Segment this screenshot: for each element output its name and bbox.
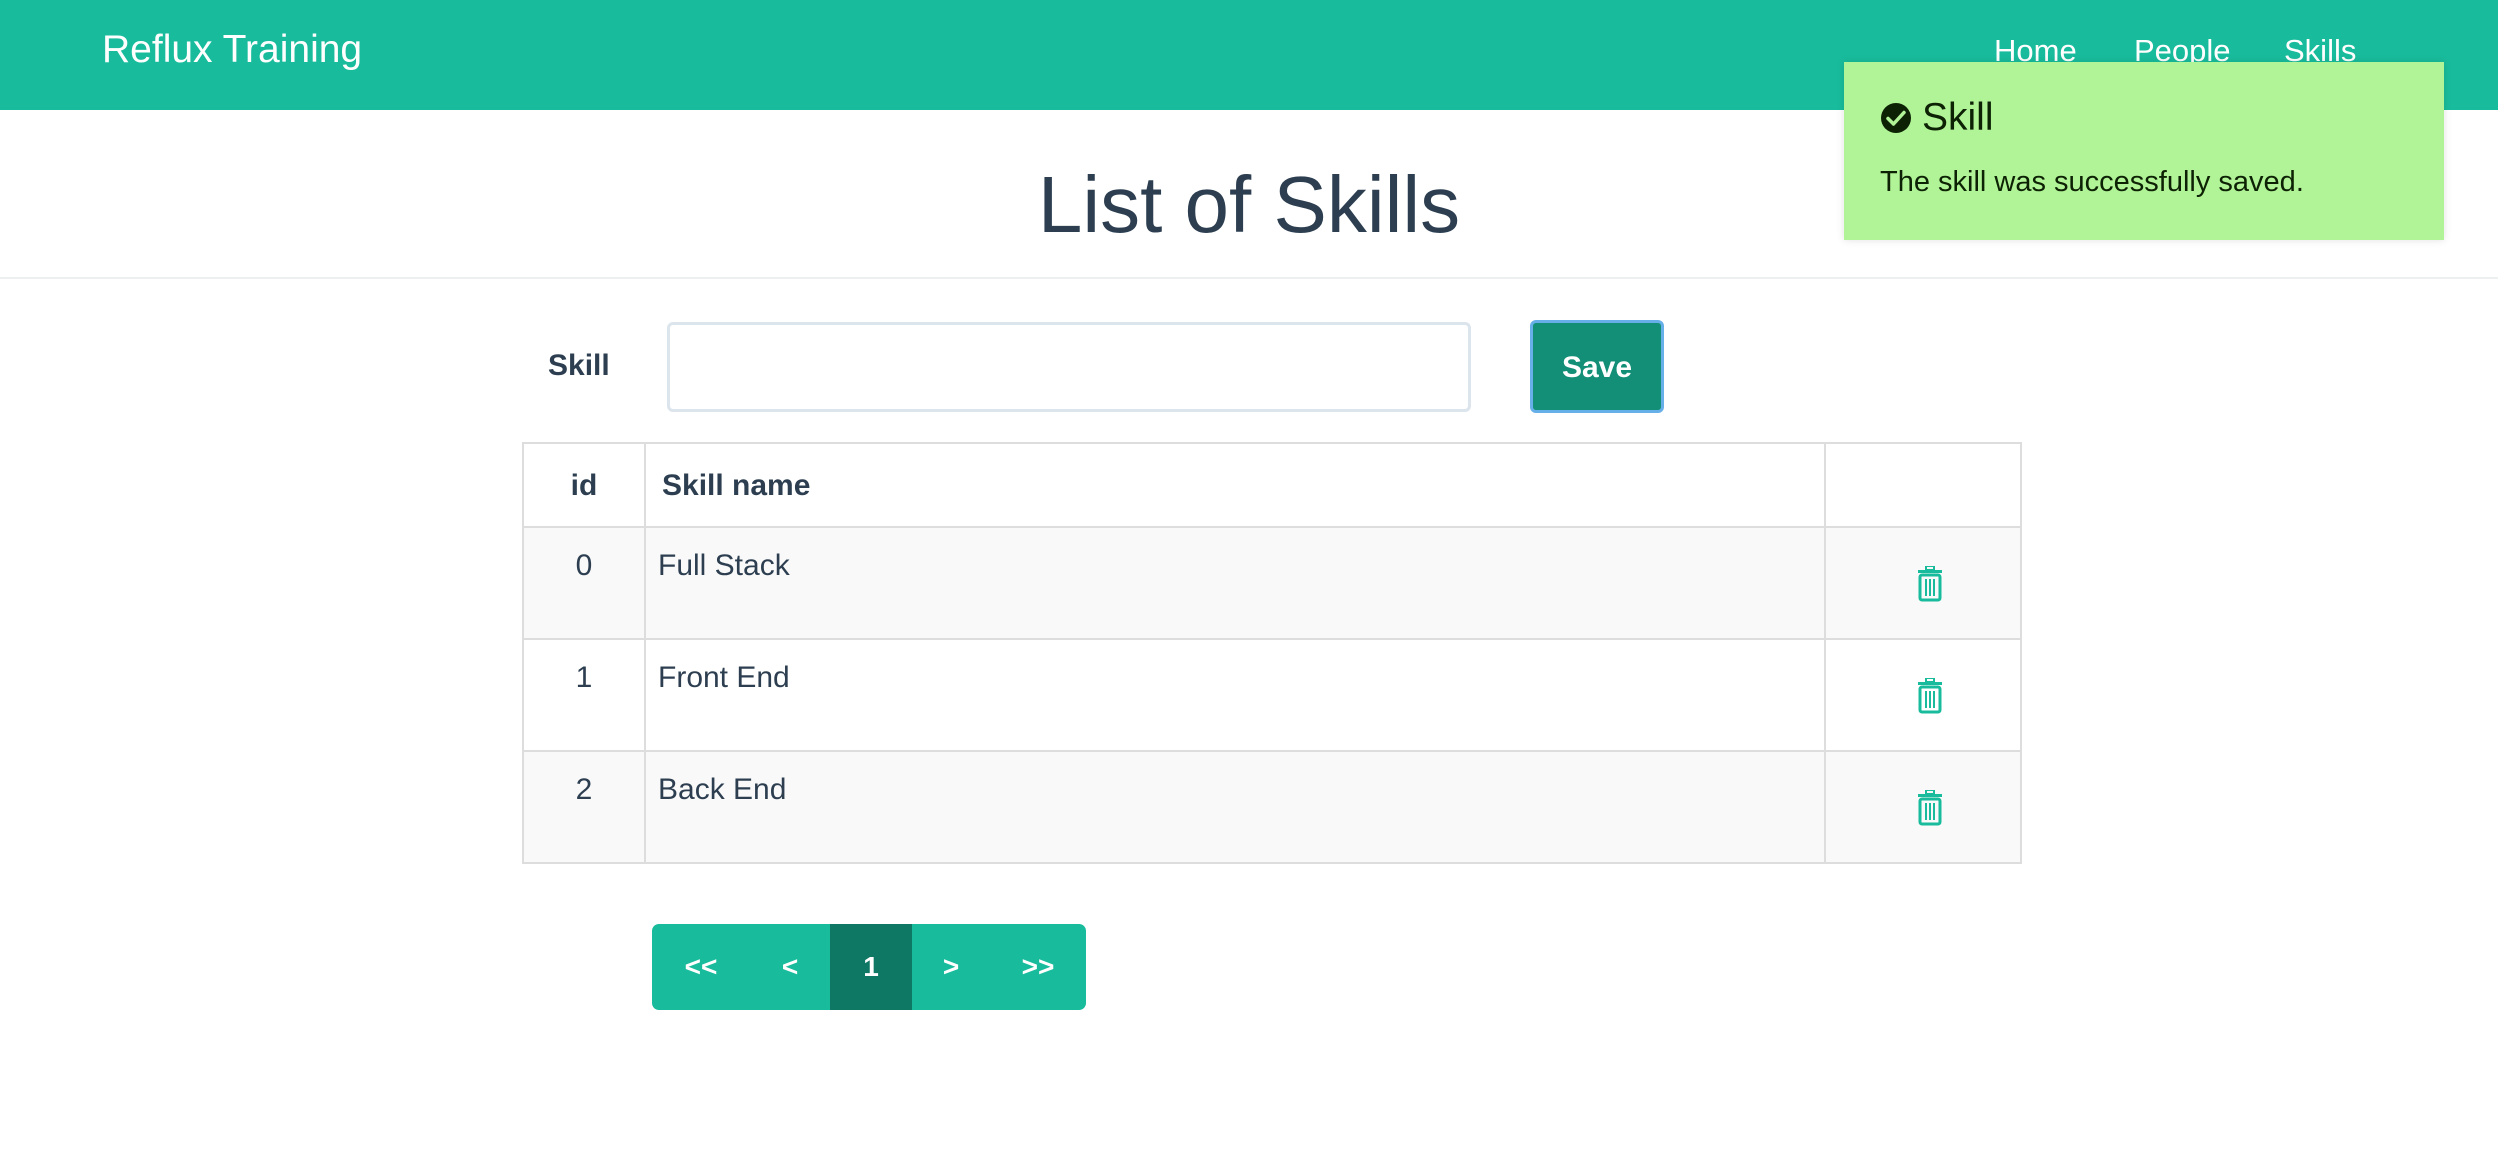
trash-icon[interactable]: [1914, 678, 1946, 714]
cell-id: 1: [575, 661, 593, 694]
check-circle-icon: [1881, 103, 1911, 133]
success-toast[interactable]: Skill The skill was successfully saved.: [1844, 62, 2444, 240]
trash-icon[interactable]: [1914, 566, 1946, 602]
toast-title: Skill: [1922, 96, 1994, 139]
cell-skill-name: Front End: [644, 640, 1824, 750]
page-prev-button[interactable]: <: [750, 924, 830, 1010]
table-row: 1 Front End: [524, 638, 2020, 750]
page-current-button[interactable]: 1: [830, 924, 912, 1010]
column-header-actions: [1824, 444, 2022, 526]
brand-link[interactable]: Reflux Training: [102, 24, 362, 76]
trash-icon[interactable]: [1914, 790, 1946, 826]
cell-actions: [1824, 752, 2022, 862]
save-button[interactable]: Save: [1530, 320, 1664, 413]
table-row: 0 Full Stack: [524, 526, 2020, 638]
column-header-skill-name: Skill name: [644, 444, 1824, 526]
table-row: 2 Back End: [524, 750, 2020, 862]
column-header-id: id: [570, 469, 598, 502]
skill-label: Skill: [548, 349, 610, 382]
table-header-row: id Skill name: [524, 444, 2020, 526]
cell-id: 2: [575, 773, 593, 806]
cell-actions: [1824, 640, 2022, 750]
page-last-button[interactable]: >>: [990, 924, 1086, 1010]
toast-message: The skill was successfully saved.: [1880, 166, 2304, 198]
page-next-button[interactable]: >: [912, 924, 990, 1010]
skill-input[interactable]: [667, 322, 1471, 412]
cell-actions: [1824, 528, 2022, 638]
skills-table: id Skill name 0 Full Stack 1 Front End 2…: [522, 442, 2022, 864]
cell-skill-name: Full Stack: [644, 528, 1824, 638]
cell-id: 0: [575, 549, 593, 582]
cell-skill-name: Back End: [644, 752, 1824, 862]
pagination: << < 1 > >>: [652, 924, 1086, 1010]
page-first-button[interactable]: <<: [652, 924, 750, 1010]
